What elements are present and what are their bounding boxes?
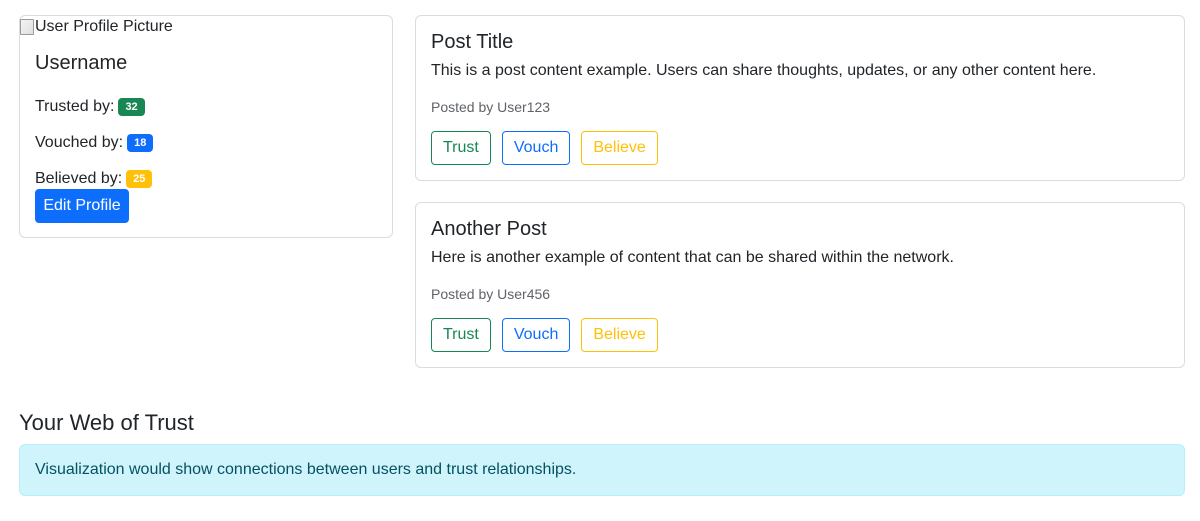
post-actions: Trust Vouch Believe bbox=[431, 318, 658, 352]
believe-button[interactable]: Believe bbox=[581, 131, 658, 165]
trust-button[interactable]: Trust bbox=[431, 131, 491, 165]
broken-image-icon bbox=[20, 19, 34, 35]
believed-by-label: Believed by: bbox=[35, 170, 123, 187]
post-content: This is a post content example. Users ca… bbox=[431, 62, 1097, 79]
post-title: Post Title bbox=[431, 31, 514, 53]
believed-by-badge: 25 bbox=[126, 170, 153, 188]
profile-card: User Profile Picture Username Trusted by… bbox=[19, 15, 393, 238]
trusted-by-stat: Trusted by: 32 bbox=[35, 98, 145, 116]
vouch-button[interactable]: Vouch bbox=[501, 131, 571, 165]
post-card: Another Post Here is another example of … bbox=[415, 202, 1185, 368]
vouched-by-stat: Vouched by: 18 bbox=[35, 134, 154, 152]
profile-picture: User Profile Picture bbox=[20, 16, 173, 38]
username: Username bbox=[35, 52, 128, 74]
vouched-by-badge: 18 bbox=[127, 134, 154, 152]
web-of-trust-info-alert: Visualization would show connections bet… bbox=[19, 444, 1185, 496]
post-content: Here is another example of content that … bbox=[431, 249, 954, 266]
trusted-by-label: Trusted by: bbox=[35, 98, 115, 115]
post-card: Post Title This is a post content exampl… bbox=[415, 15, 1185, 181]
web-of-trust-heading: Your Web of Trust bbox=[19, 410, 194, 435]
profile-picture-alt: User Profile Picture bbox=[35, 18, 173, 35]
vouched-by-label: Vouched by: bbox=[35, 134, 124, 151]
believe-button[interactable]: Believe bbox=[581, 318, 658, 352]
believed-by-stat: Believed by: 25 bbox=[35, 170, 153, 188]
post-author: Posted by User123 bbox=[431, 99, 551, 115]
post-author: Posted by User456 bbox=[431, 286, 551, 302]
edit-profile-button[interactable]: Edit Profile bbox=[35, 189, 129, 223]
vouch-button[interactable]: Vouch bbox=[501, 318, 571, 352]
trusted-by-badge: 32 bbox=[118, 98, 145, 116]
post-actions: Trust Vouch Believe bbox=[431, 131, 658, 165]
trust-button[interactable]: Trust bbox=[431, 318, 491, 352]
web-of-trust-message: Visualization would show connections bet… bbox=[35, 461, 577, 478]
post-title: Another Post bbox=[431, 218, 547, 240]
